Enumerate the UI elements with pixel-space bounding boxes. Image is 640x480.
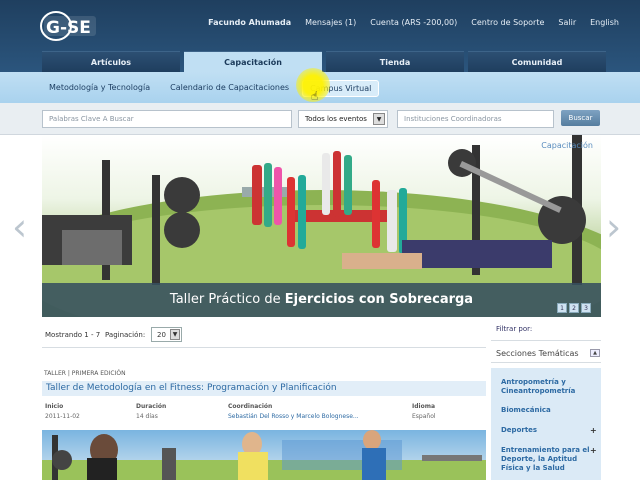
search-bar: Palabras Clave A Buscar Todos los evento… — [0, 103, 640, 135]
pagination-label: Paginación: — [105, 331, 146, 339]
thematic-sections-label: Secciones Temáticas — [496, 349, 579, 358]
duration-label: Duración — [136, 403, 167, 410]
list-toolbar: Mostrando 1 - 7 Paginación: 20 ▼ — [42, 324, 486, 348]
messages-link[interactable]: Mensajes (1) — [298, 18, 363, 27]
events-select-value: Todos los eventos — [305, 115, 367, 123]
user-link[interactable]: Facundo Ahumada — [201, 18, 298, 27]
coordination-label: Coordinación — [228, 403, 273, 410]
expand-plus-icon[interactable]: + — [590, 446, 597, 455]
banner-prev-arrow-icon[interactable]: ‹ — [12, 205, 27, 249]
sidebar-item-entrenamiento[interactable]: Entrenamiento para el Deporte, la Aptitu… — [501, 446, 597, 473]
tab-articulos[interactable]: Artículos — [42, 51, 180, 72]
subtab-metodologia[interactable]: Metodología y Tecnología — [42, 80, 157, 97]
banner-category-tag: Capacitación — [541, 141, 593, 150]
sidebar-item-label: Biomecánica — [501, 406, 551, 414]
sidebar-item-label: Antropometría y Cineantropometría — [501, 378, 576, 395]
expand-plus-icon[interactable]: + — [590, 426, 597, 435]
banner-caption-prefix: Taller Práctico de — [169, 292, 285, 307]
logo-text: G-SE — [46, 18, 91, 38]
detail-start: Inicio 2011-11-02 — [45, 403, 80, 420]
coordination-value[interactable]: Sebastián Del Rosso y Marcelo Bolognese.… — [228, 413, 359, 420]
main-tabs: Artículos Capacitación Tienda Comunidad — [42, 51, 610, 73]
logout-link[interactable]: Salir — [551, 18, 583, 27]
sidebar-item-label: Entrenamiento para el Deporte, la Aptitu… — [501, 446, 590, 472]
banner-caption: Taller Práctico de Ejercicios con Sobrec… — [42, 283, 601, 317]
course-title-link[interactable]: Taller de Metodología en el Fitness: Pro… — [42, 381, 486, 396]
detail-language: Idioma Español — [412, 403, 436, 420]
search-button[interactable]: Buscar — [561, 110, 600, 126]
keywords-input[interactable]: Palabras Clave A Buscar — [42, 110, 292, 128]
institutions-input[interactable]: Instituciones Coordinadoras — [397, 110, 554, 128]
banner-page-1[interactable]: 1 — [557, 303, 567, 313]
banner-caption-bold: Ejercicios con Sobrecarga — [284, 292, 474, 307]
support-link[interactable]: Centro de Soporte — [464, 18, 551, 27]
banner-next-arrow-icon[interactable]: › — [606, 205, 621, 249]
course-image-illustration — [42, 430, 486, 480]
course-meta: TALLER | PRIMERA EDICIÓN — [44, 370, 126, 377]
chevron-down-icon: ▼ — [373, 113, 385, 125]
showing-count: Mostrando 1 - 7 — [45, 331, 101, 339]
start-value: 2011-11-02 — [45, 413, 80, 420]
language-link[interactable]: English — [583, 18, 626, 27]
tab-tienda[interactable]: Tienda — [326, 51, 464, 72]
banner-page-3[interactable]: 3 — [581, 303, 591, 313]
language-label: Idioma — [412, 403, 436, 410]
top-header: G-SE Facundo Ahumada Mensajes (1) Cuenta… — [0, 0, 640, 73]
sidebar-item-biomecanica[interactable]: Biomecánica — [501, 406, 591, 415]
banner-pager: 1 2 3 — [557, 303, 591, 313]
account-link[interactable]: Cuenta (ARS -200,00) — [363, 18, 464, 27]
subtab-calendario[interactable]: Calendario de Capacitaciones — [163, 80, 296, 97]
tab-comunidad[interactable]: Comunidad — [468, 51, 606, 72]
tab-capacitacion[interactable]: Capacitación — [184, 51, 322, 73]
detail-duration: Duración 14 días — [136, 403, 166, 420]
detail-coordination: Coordinación Sebastián Del Rosso y Marce… — [228, 403, 359, 420]
top-nav: Facundo Ahumada Mensajes (1) Cuenta (ARS… — [201, 18, 626, 27]
thematic-sections-list: Antropometría y Cineantropometría Biomec… — [491, 368, 601, 480]
sidebar-item-antropometria[interactable]: Antropometría y Cineantropometría — [501, 378, 591, 396]
chevron-down-icon: ▼ — [170, 329, 180, 340]
thematic-sections-header[interactable]: Secciones Temáticas ▲ — [491, 340, 601, 363]
language-value: Español — [412, 413, 436, 420]
course-image[interactable] — [42, 430, 486, 480]
duration-value: 14 días — [136, 413, 158, 420]
banner-page-2[interactable]: 2 — [569, 303, 579, 313]
start-label: Inicio — [45, 403, 64, 410]
page-size-value: 20 — [157, 331, 166, 339]
filter-label: Filtrar por: — [496, 325, 533, 333]
collapse-icon[interactable]: ▲ — [590, 349, 600, 357]
sidebar-item-label: Deportes — [501, 426, 538, 434]
course-list: Mostrando 1 - 7 Paginación: 20 ▼ TALLER … — [42, 318, 486, 480]
gse-logo[interactable]: G-SE — [40, 11, 98, 41]
page-size-select[interactable]: 20 ▼ — [151, 327, 182, 342]
filter-sidebar: Filtrar por: Secciones Temáticas ▲ Antro… — [491, 318, 601, 480]
promo-banner[interactable]: Capacitación Taller Práctico de Ejercici… — [42, 135, 601, 317]
sidebar-item-deportes[interactable]: Deportes + — [501, 426, 597, 435]
events-select[interactable]: Todos los eventos ▼ — [298, 110, 388, 128]
hand-cursor-icon: ☝ — [311, 89, 319, 103]
